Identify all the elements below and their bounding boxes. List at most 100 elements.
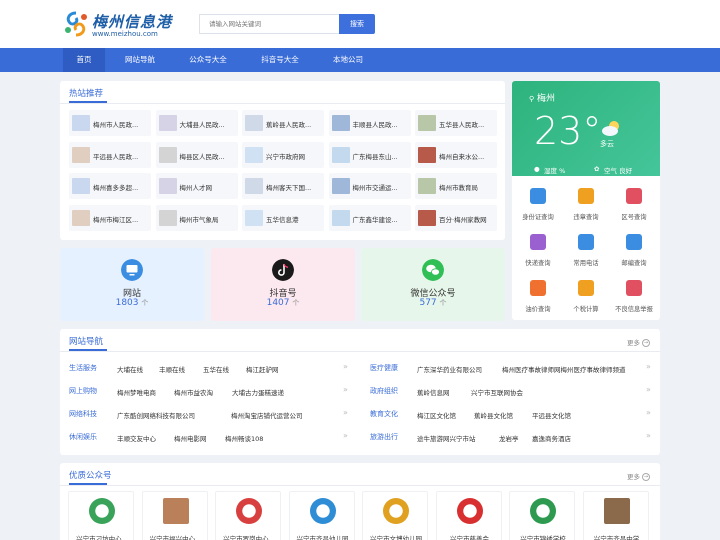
- official-account-item[interactable]: 兴宁市刁坊中心...: [68, 491, 134, 540]
- site-link[interactable]: 大埔古力蛋糕速递: [232, 387, 284, 397]
- utility-report[interactable]: 不良信息举报: [612, 276, 656, 320]
- double-chevron-right-icon[interactable]: »: [343, 431, 348, 440]
- site-link[interactable]: 丰顺交友中心: [117, 433, 156, 443]
- site-link[interactable]: 蕉岭信息网: [417, 387, 450, 397]
- hot-site-item[interactable]: 平远县人民政...: [69, 141, 151, 168]
- utility-label: 身份证查询: [522, 214, 554, 221]
- site-link[interactable]: 梅州畅谈108: [225, 433, 263, 443]
- hot-site-item[interactable]: 蕉岭县人民政...: [242, 110, 324, 136]
- site-link[interactable]: 丰顺在线: [159, 364, 185, 374]
- official-account-item[interactable]: 兴宁市齐昌幼儿园: [288, 491, 355, 540]
- site-link[interactable]: 兴宁市互联网协会: [471, 387, 523, 397]
- nav-site-directory[interactable]: 网站导航: [117, 48, 163, 72]
- hot-site-item[interactable]: 百分·梅州家教网: [415, 204, 497, 231]
- stat-websites[interactable]: 网站 1803 个: [60, 248, 204, 321]
- category-label[interactable]: 休闲娱乐: [69, 432, 97, 442]
- site-link[interactable]: 蕉岭县文化馆: [474, 410, 513, 420]
- search-button[interactable]: 搜索: [339, 14, 375, 34]
- nav-home[interactable]: 首页: [63, 48, 105, 72]
- site-link[interactable]: 广东深华药业有限公司: [417, 364, 482, 374]
- double-chevron-right-icon[interactable]: »: [343, 408, 348, 417]
- hot-site-item[interactable]: 五华县人民政...: [415, 110, 497, 136]
- site-link[interactable]: 广东酷创网络科技有限公司: [117, 410, 195, 420]
- hot-site-item[interactable]: 梅州市人民政...: [69, 110, 151, 136]
- site-logo[interactable]: 梅州信息港 www.meizhou.com: [62, 10, 172, 40]
- utility-package[interactable]: 快递查询: [516, 230, 560, 274]
- category-label[interactable]: 政府组织: [370, 386, 398, 396]
- hot-site-label: 五华信息港: [266, 215, 299, 224]
- weather-city[interactable]: ⚲ 梅州: [529, 91, 555, 104]
- stat-wechat[interactable]: 微信公众号 577 个: [361, 248, 505, 321]
- weather-temperature: 23°: [534, 109, 602, 153]
- official-account-item[interactable]: 兴宁市齐昌中学: [582, 491, 649, 540]
- hot-site-label: 广东鑫华建设...: [352, 215, 398, 224]
- hot-site-item[interactable]: 梅州人才网: [155, 173, 238, 199]
- site-link[interactable]: 梅江赶驴网: [246, 364, 279, 374]
- site-link[interactable]: 梅州电影网: [174, 433, 207, 443]
- double-chevron-right-icon[interactable]: »: [343, 362, 348, 371]
- nav-douyin-accounts[interactable]: 抖音号大全: [254, 48, 306, 72]
- double-chevron-right-icon[interactable]: »: [646, 408, 651, 417]
- category-label[interactable]: 网上购物: [69, 386, 97, 396]
- site-link[interactable]: 平远县文化馆: [532, 410, 571, 420]
- double-chevron-right-icon[interactable]: »: [646, 362, 651, 371]
- hot-site-item[interactable]: 梅州市梅江区...: [69, 204, 151, 231]
- hot-site-item[interactable]: 梅州自来水公...: [415, 141, 497, 168]
- official-account-item[interactable]: 兴宁市锦绣学校: [509, 491, 575, 540]
- hot-site-item[interactable]: 丰顺县人民政...: [328, 110, 411, 136]
- hot-site-item[interactable]: 梅州喜多多超...: [69, 173, 151, 199]
- site-link[interactable]: 梅州市益农淘: [174, 387, 213, 397]
- official-account-item[interactable]: 兴宁市福兴中心...: [141, 491, 208, 540]
- more-link[interactable]: 更多 →: [627, 471, 650, 481]
- site-directory-panel: 网站导航 更多 → 生活服务 大埔在线 丰顺在线 五华在线 梅江赶驴网» 网上购物 梅州梦唯电…: [60, 329, 660, 455]
- category-label[interactable]: 医疗健康: [370, 363, 398, 373]
- utility-mobile[interactable]: 常用电话: [564, 230, 608, 274]
- hot-site-item[interactable]: 梅州市交通运...: [328, 173, 411, 199]
- hot-site-label: 梅州市气象局: [179, 215, 219, 224]
- header: 梅州信息港 www.meizhou.com 搜索: [0, 0, 720, 48]
- double-chevron-right-icon[interactable]: »: [646, 431, 651, 440]
- utility-fuel[interactable]: 油价查询: [516, 276, 560, 320]
- double-chevron-right-icon[interactable]: »: [343, 385, 348, 394]
- nav-local-companies[interactable]: 本地公司: [325, 48, 371, 72]
- utility-violation[interactable]: 违章查询: [564, 184, 608, 228]
- official-account-item[interactable]: 兴宁市文博幼儿园: [362, 491, 428, 540]
- stat-unit: 个: [439, 299, 447, 307]
- site-thumbnail: [158, 209, 177, 226]
- category-label[interactable]: 生活服务: [69, 363, 97, 373]
- category-label[interactable]: 教育文化: [370, 409, 398, 419]
- utility-phone[interactable]: 区号查询: [612, 184, 656, 228]
- hot-site-label: 梅州人才网: [179, 184, 213, 192]
- site-link[interactable]: 嘉逸商务酒店: [532, 433, 571, 443]
- phone-icon: [626, 188, 642, 204]
- site-link[interactable]: 梅江区文化馆: [417, 410, 456, 420]
- hot-site-item[interactable]: 梅州市教育局: [415, 173, 497, 199]
- official-account-item[interactable]: 兴宁市罗岗中心...: [215, 491, 281, 540]
- hot-site-item[interactable]: 梅州市气象局: [155, 204, 238, 231]
- category-label[interactable]: 网络科技: [69, 409, 97, 419]
- hot-site-item[interactable]: 广东鑫华建设...: [328, 204, 411, 231]
- hot-site-item[interactable]: 广东梅县东山...: [328, 141, 411, 168]
- category-label[interactable]: 旅游出行: [370, 432, 398, 442]
- site-link[interactable]: 梅州医疗事故律师网梅州医疗事故律师频道: [502, 364, 626, 374]
- hot-site-item[interactable]: 五华信息港: [242, 204, 324, 231]
- hot-site-item[interactable]: 梅县区人民政...: [155, 141, 238, 168]
- hot-site-item[interactable]: 梅州客天下国...: [242, 173, 324, 199]
- site-link[interactable]: 大埔在线: [117, 364, 143, 374]
- double-chevron-right-icon[interactable]: »: [646, 385, 651, 394]
- utility-mail[interactable]: 邮编查询: [612, 230, 656, 274]
- hot-site-item[interactable]: 大埔县人民政...: [155, 110, 238, 136]
- search-input[interactable]: [199, 14, 339, 34]
- hot-site-label: 梅州市梅江区...: [93, 215, 139, 224]
- site-link[interactable]: 途牛旅游网兴宁市站: [417, 433, 476, 443]
- site-link[interactable]: 五华在线: [203, 364, 229, 374]
- site-link[interactable]: 梅州梦唯电商: [117, 387, 156, 397]
- utility-id-card[interactable]: 身份证查询: [516, 184, 560, 228]
- hot-site-item[interactable]: 兴宁市政府网: [242, 141, 324, 168]
- stat-douyin[interactable]: 抖音号 1407 个: [211, 248, 355, 321]
- official-account-item[interactable]: 兴宁市慈善会: [435, 491, 502, 540]
- utility-tax[interactable]: 个税计算: [564, 276, 608, 320]
- nav-official-accounts[interactable]: 公众号大全: [182, 48, 234, 72]
- site-link[interactable]: 梅州淘宝店铺代运营公司: [231, 410, 303, 420]
- site-link[interactable]: 龙岩亭: [499, 433, 519, 443]
